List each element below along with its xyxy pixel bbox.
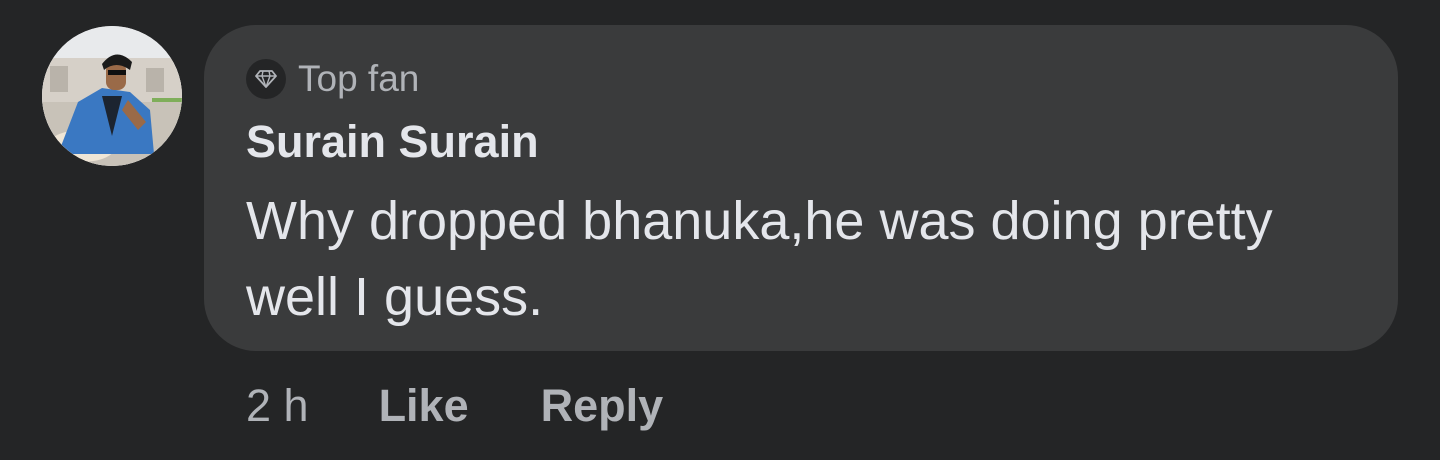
profile-photo <box>42 26 182 166</box>
reply-button[interactable]: Reply <box>541 380 664 432</box>
comment: Top fan Surain Surain Why dropped bhanuk… <box>0 0 1440 460</box>
avatar[interactable] <box>42 26 182 166</box>
badge-label: Top fan <box>298 58 420 99</box>
author-name[interactable]: Surain Surain <box>246 115 539 169</box>
like-button[interactable]: Like <box>379 380 469 432</box>
comment-bubble: Top fan Surain Surain Why dropped bhanuk… <box>204 25 1398 351</box>
comment-text: Why dropped bhanuka,he was doing pretty … <box>246 191 1273 327</box>
diamond-icon <box>246 59 286 99</box>
top-fan-badge[interactable]: Top fan <box>246 59 419 99</box>
comment-actions: 2 h Like Reply <box>246 378 735 434</box>
timestamp[interactable]: 2 h <box>246 380 309 432</box>
